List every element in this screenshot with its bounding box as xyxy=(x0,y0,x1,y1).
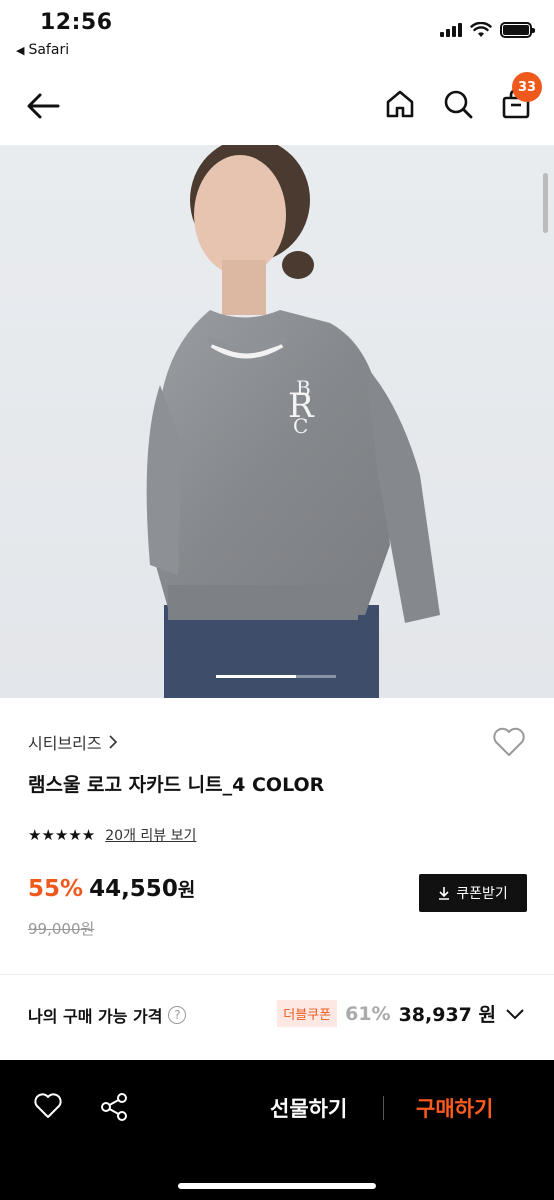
product-title: 램스울 로고 자카드 니트_4 COLOR xyxy=(28,774,325,796)
brand-name: 시티브리즈 xyxy=(28,734,102,753)
home-indicator xyxy=(178,1183,376,1189)
double-coupon-badge: 더블쿠폰 xyxy=(277,1000,338,1027)
price-row: 55% 44,550원 xyxy=(28,875,195,902)
back-arrow-icon[interactable] xyxy=(24,88,64,124)
price-unit: 원 xyxy=(177,879,196,901)
gift-button[interactable]: 선물하기 xyxy=(270,1093,347,1123)
my-discount-rate: 61% xyxy=(345,1002,391,1025)
back-triangle-icon: ◀ xyxy=(16,44,25,57)
original-price: 99,000원 xyxy=(28,920,95,938)
divider xyxy=(0,974,554,975)
help-icon[interactable]: ? xyxy=(168,1006,187,1024)
home-icon[interactable] xyxy=(384,88,416,120)
my-final-price: 38,937 원 xyxy=(398,1004,496,1026)
review-link[interactable]: 20개 리뷰 보기 xyxy=(105,825,196,845)
battery-icon xyxy=(500,22,535,38)
brand-link[interactable]: 시티브리즈 xyxy=(28,730,118,754)
svg-text:C: C xyxy=(293,414,308,438)
system-icons xyxy=(440,22,535,38)
separator xyxy=(383,1096,384,1120)
wishlist-heart-icon[interactable] xyxy=(492,726,526,758)
vertical-scrollbar[interactable] xyxy=(543,173,548,233)
heart-icon[interactable] xyxy=(34,1093,62,1119)
star-rating-icon: ★★★★★ xyxy=(28,826,96,844)
back-to-app[interactable]: ◀ Safari xyxy=(16,42,69,58)
status-bar: 12:56 ◀ Safari xyxy=(0,0,554,70)
my-price-dropdown[interactable]: 더블쿠폰 61% 38,937 원 xyxy=(277,1000,526,1027)
sale-price: 44,550원 xyxy=(89,875,195,902)
cart-count-badge: 33 xyxy=(512,72,542,102)
my-price-label: 나의 구매 가능 가격 xyxy=(28,1007,163,1026)
search-icon[interactable] xyxy=(442,88,474,120)
product-photo: R B C xyxy=(146,145,440,698)
cart-button[interactable]: 33 xyxy=(500,72,542,120)
sale-price-value: 44,550 xyxy=(89,876,178,902)
bottom-action-bar: 선물하기 구매하기 xyxy=(0,1060,554,1200)
my-price-label-row: 나의 구매 가능 가격 ? xyxy=(28,1003,187,1027)
wifi-icon xyxy=(470,22,492,37)
chevron-down-icon xyxy=(506,1008,524,1019)
share-icon[interactable] xyxy=(100,1092,128,1122)
coupon-button-label: 쿠폰받기 xyxy=(456,886,508,902)
buy-button[interactable]: 구매하기 xyxy=(416,1093,493,1123)
product-image[interactable]: R B C xyxy=(0,145,554,698)
svg-text:B: B xyxy=(296,376,311,400)
clock: 12:56 xyxy=(40,10,113,35)
get-coupon-button[interactable]: 쿠폰받기 xyxy=(419,874,527,912)
download-icon xyxy=(439,887,450,900)
chevron-right-icon xyxy=(109,735,117,749)
image-page-indicator xyxy=(216,675,336,678)
top-nav: 33 xyxy=(0,70,554,144)
back-app-label: Safari xyxy=(28,42,70,58)
discount-rate: 55% xyxy=(28,876,84,902)
rating-row: ★★★★★ 20개 리뷰 보기 xyxy=(28,825,196,845)
signal-icon xyxy=(440,23,462,37)
